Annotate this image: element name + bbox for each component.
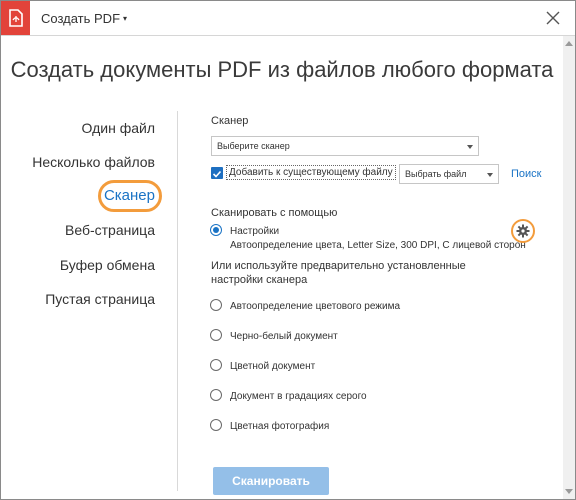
create-pdf-window: Создать PDF ▾ Создать документы PDF из фа… (0, 0, 576, 500)
preset-label-black-white[interactable]: Черно-белый документ (230, 331, 338, 342)
gear-icon (516, 224, 530, 238)
chevron-down-icon: ▾ (123, 14, 128, 23)
nav-item-multiple-files[interactable]: Несколько файлов (32, 154, 155, 170)
preset-radio-color-document[interactable] (210, 359, 222, 371)
settings-radio[interactable] (210, 224, 222, 236)
presets-label-line1: Или используйте предварительно установле… (211, 260, 466, 272)
add-to-existing-label[interactable]: Добавить к существующему файлу (226, 165, 396, 180)
search-link[interactable]: Поиск (511, 168, 541, 180)
preset-label-auto-color[interactable]: Автоопределение цветового режима (230, 301, 400, 312)
scanner-settings-button[interactable] (511, 219, 535, 243)
title-bar: Создать PDF ▾ (1, 1, 575, 36)
window-title-menu[interactable]: Создать PDF ▾ (41, 11, 127, 26)
scroll-down-arrow-icon[interactable] (565, 489, 573, 494)
checkmark-icon (212, 170, 222, 178)
settings-radio-label[interactable]: Настройки (230, 226, 279, 237)
acrobat-app-icon (1, 1, 30, 35)
close-icon (546, 11, 560, 25)
close-button[interactable] (543, 8, 563, 28)
scan-button[interactable]: Сканировать (213, 467, 329, 495)
preset-label-color-document[interactable]: Цветной документ (230, 361, 315, 372)
preset-label-color-photo[interactable]: Цветная фотография (230, 421, 329, 432)
choose-file-select[interactable]: Выбрать файл (399, 164, 499, 184)
pane-divider (177, 111, 178, 491)
nav-item-single-file[interactable]: Один файл (82, 120, 156, 136)
preset-radio-auto-color[interactable] (210, 299, 222, 311)
chevron-down-icon (487, 173, 493, 177)
presets-label-line2: настройки сканера (211, 274, 308, 286)
nav-item-clipboard[interactable]: Буфер обмена (60, 257, 155, 273)
window-title: Создать PDF (41, 11, 121, 26)
scanner-select[interactable]: Выберите сканер (211, 136, 479, 156)
preset-radio-color-photo[interactable] (210, 419, 222, 431)
vertical-scrollbar[interactable] (563, 36, 575, 499)
preset-label-grayscale[interactable]: Документ в градациях серого (230, 391, 367, 402)
nav-item-blank-page[interactable]: Пустая страница (45, 291, 155, 307)
choose-file-select-value: Выбрать файл (405, 169, 467, 179)
chevron-down-icon (467, 145, 473, 149)
scroll-up-arrow-icon[interactable] (565, 41, 573, 46)
scanner-select-value: Выберите сканер (217, 141, 290, 151)
nav-item-scanner[interactable]: Сканер (104, 187, 155, 204)
preset-radio-grayscale[interactable] (210, 389, 222, 401)
settings-detail: Автоопределение цвета, Letter Size, 300 … (230, 240, 526, 251)
page-title: Создать документы PDF из файлов любого ф… (10, 57, 554, 82)
scan-with-label: Сканировать с помощью (211, 207, 338, 219)
preset-radio-black-white[interactable] (210, 329, 222, 341)
add-to-existing-checkbox[interactable] (211, 167, 223, 179)
nav-item-web-page[interactable]: Веб-страница (65, 222, 155, 238)
scanner-section-label: Сканер (211, 115, 249, 127)
